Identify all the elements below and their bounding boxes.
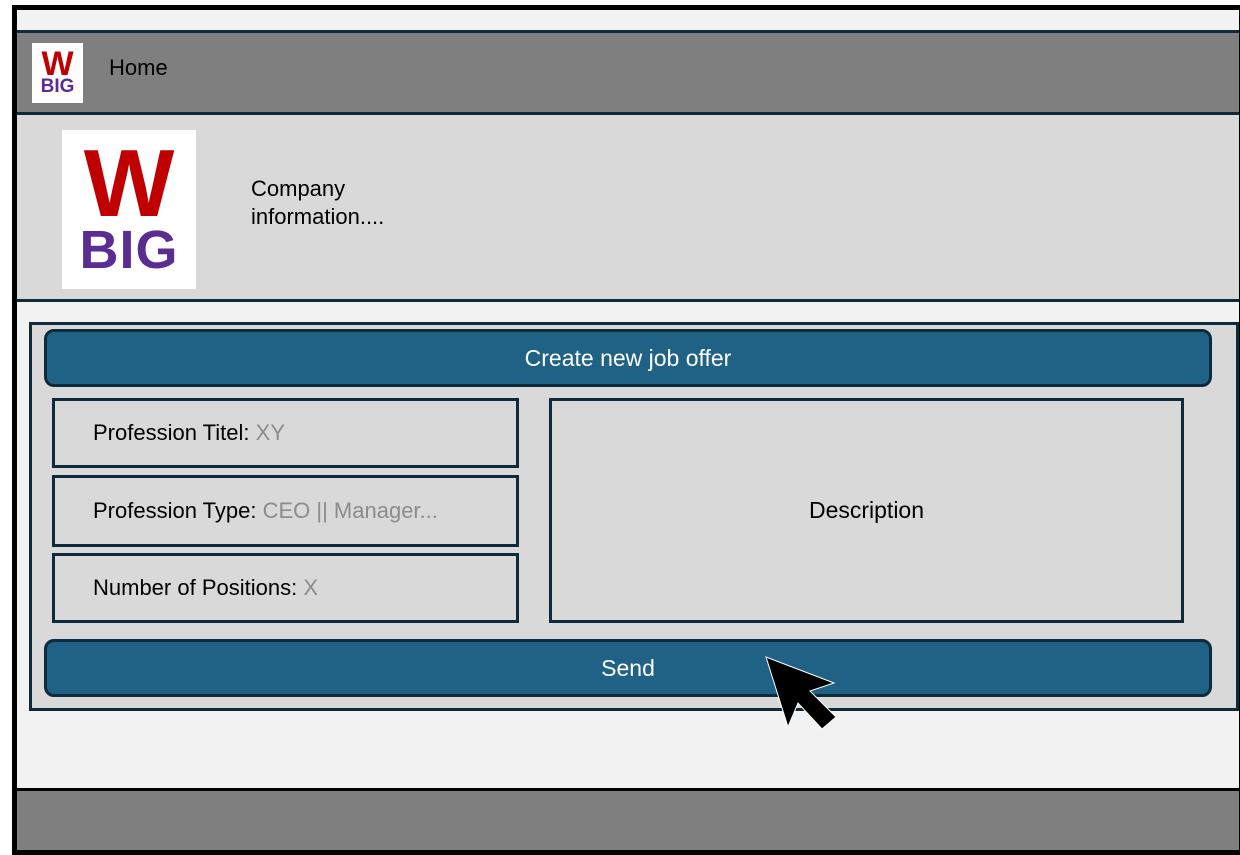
profession-type-value: CEO || Manager... xyxy=(262,498,438,523)
send-button[interactable]: Send xyxy=(44,639,1212,697)
job-offer-form: Create new job offer Profession Titel: X… xyxy=(29,322,1239,711)
number-of-positions-value: X xyxy=(303,575,319,600)
company-info-band: W BIG Company information.... xyxy=(17,115,1239,302)
profession-type-field[interactable]: Profession Type: CEO || Manager... xyxy=(52,475,519,547)
company-info-text: Company information.... xyxy=(251,176,385,229)
company-logo: W BIG xyxy=(62,130,196,289)
description-field[interactable]: Description xyxy=(549,398,1184,623)
app-frame: W BIG Home W BIG Company information....… xyxy=(12,5,1240,855)
company-logo-w: W xyxy=(83,130,175,238)
top-nav-bar: W BIG Home xyxy=(17,30,1239,115)
nav-logo[interactable]: W BIG xyxy=(32,43,83,103)
profession-type-label: Profession Type: xyxy=(93,498,257,523)
profession-title-value: XY xyxy=(255,420,285,445)
company-logo-big: BIG xyxy=(79,219,179,280)
nav-logo-w: W xyxy=(41,44,74,83)
profession-title-label: Profession Titel: xyxy=(93,420,250,445)
number-of-positions-label: Number of Positions: xyxy=(93,575,298,600)
mouse-pointer-icon xyxy=(765,656,837,730)
nav-logo-big: BIG xyxy=(40,76,75,98)
footer-bar xyxy=(17,788,1239,850)
description-label: Description xyxy=(808,497,925,523)
create-job-offer-button[interactable]: Create new job offer xyxy=(44,329,1212,387)
profession-title-field[interactable]: Profession Titel: XY xyxy=(52,398,519,468)
home-link[interactable]: Home xyxy=(109,55,168,81)
number-of-positions-field[interactable]: Number of Positions: X xyxy=(52,553,519,623)
